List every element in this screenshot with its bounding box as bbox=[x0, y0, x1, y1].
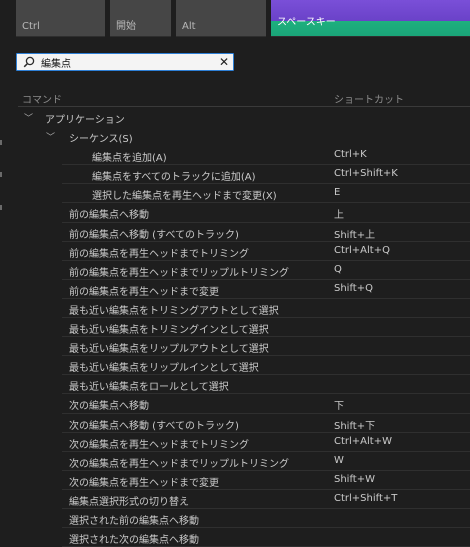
command-label: 編集点選択形式の切り替え bbox=[69, 496, 189, 508]
command-label: 前の編集点を再生ヘッドまでトリミング bbox=[69, 248, 249, 260]
shortcut-label[interactable]: Ctrl+Shift+T bbox=[334, 493, 397, 504]
command-label: 前の編集点へ移動 (すべてのトラック) bbox=[69, 229, 239, 241]
tree-subgroup-row[interactable]: ﹀ シーケンス(S) bbox=[0, 127, 470, 146]
shortcut-label[interactable]: E bbox=[334, 187, 340, 198]
key-label: スペースキー bbox=[277, 17, 336, 28]
command-row[interactable]: 最も近い編集点をリップルアウトとして選択 bbox=[0, 337, 470, 357]
command-row[interactable]: 前の編集点へ移動 (すべてのトラック) Shift+上 bbox=[0, 223, 470, 242]
command-row[interactable]: 次の編集点へ移動 (すべてのトラック) Shift+下 bbox=[0, 414, 470, 433]
search-box: ✕ bbox=[16, 53, 234, 71]
group-label: アプリケーション bbox=[45, 115, 125, 126]
shortcut-label[interactable]: Ctrl+K bbox=[334, 149, 367, 160]
chevron-down-icon[interactable]: ﹀ bbox=[24, 111, 33, 124]
command-label: 前の編集点を再生ヘッドまで変更 bbox=[69, 286, 219, 298]
command-tree: ﹀ アプリケーション ﹀ シーケンス(S) 編集点を追加(A) Ctrl+K 編集点… bbox=[0, 108, 470, 547]
shortcut-label[interactable]: Ctrl+Alt+Q bbox=[334, 245, 390, 256]
command-row[interactable]: 前の編集点を再生ヘッドまで変更 Shift+Q bbox=[0, 280, 470, 299]
shortcut-label[interactable]: Ctrl+Alt+W bbox=[334, 436, 392, 447]
shortcut-label[interactable]: Shift+下 bbox=[334, 417, 375, 432]
shortcut-label[interactable]: Shift+W bbox=[334, 474, 375, 485]
command-label: 最も近い編集点をリップルアウトとして選択 bbox=[69, 344, 269, 356]
command-row[interactable]: 次の編集点を再生ヘッドまでリップルトリミング W bbox=[0, 452, 470, 471]
command-row[interactable]: 次の編集点へ移動 下 bbox=[0, 394, 470, 414]
command-row[interactable]: 最も近い編集点をトリミングアウトとして選択 bbox=[0, 299, 470, 319]
command-row[interactable]: 編集点を追加(A) Ctrl+K bbox=[0, 146, 470, 166]
shortcut-label[interactable]: W bbox=[334, 455, 344, 466]
command-label: 次の編集点を再生ヘッドまで変更 bbox=[69, 477, 219, 489]
tree-group-row[interactable]: ﹀ アプリケーション bbox=[0, 108, 470, 127]
command-label: 前の編集点を再生ヘッドまでリップルトリミング bbox=[69, 267, 289, 279]
key-label: Alt bbox=[182, 21, 196, 32]
column-header-shortcut[interactable]: ショートカット bbox=[334, 91, 404, 106]
keyboard-layout: Ctrl 開始 Alt スペースキー bbox=[0, 0, 470, 37]
command-label: 次の編集点を再生ヘッドまでトリミング bbox=[69, 439, 249, 451]
key-ctrl[interactable]: Ctrl bbox=[16, 0, 105, 37]
shortcut-label[interactable]: Q bbox=[334, 264, 342, 275]
command-label: 次の編集点へ移動 bbox=[69, 401, 149, 413]
command-label: 前の編集点へ移動 bbox=[69, 210, 149, 222]
command-label: 最も近い編集点をリップルインとして選択 bbox=[69, 363, 259, 375]
command-label: 選択された前の編集点へ移動 bbox=[69, 515, 199, 527]
command-row[interactable]: 最も近い編集点をロールとして選択 bbox=[0, 375, 470, 395]
command-row[interactable]: 前の編集点を再生ヘッドまでリップルトリミング Q bbox=[0, 261, 470, 280]
clear-search-icon[interactable]: ✕ bbox=[218, 54, 230, 70]
command-row[interactable]: 編集点選択形式の切り替え Ctrl+Shift+T bbox=[0, 490, 470, 509]
search-input[interactable] bbox=[41, 55, 216, 69]
command-label: 選択された次の編集点へ移動 bbox=[69, 535, 199, 547]
command-label: 次の編集点を再生ヘッドまでリップルトリミング bbox=[69, 458, 289, 470]
command-row[interactable]: 選択された前の編集点へ移動 bbox=[0, 509, 470, 529]
command-label: 最も近い編集点をロールとして選択 bbox=[69, 382, 229, 394]
column-header-command[interactable]: コマンド bbox=[22, 91, 62, 106]
command-row[interactable]: 最も近い編集点をリップルインとして選択 bbox=[0, 356, 470, 376]
command-row[interactable]: 次の編集点を再生ヘッドまで変更 Shift+W bbox=[0, 471, 470, 490]
command-row[interactable]: 編集点をすべてのトラックに追加(A) Ctrl+Shift+K bbox=[0, 165, 470, 185]
key-alt[interactable]: Alt bbox=[176, 0, 266, 37]
command-label: 選択した編集点を再生ヘッドまで変更(X) bbox=[92, 191, 277, 203]
command-label: 最も近い編集点をトリミングインとして選択 bbox=[69, 325, 269, 337]
shortcut-label[interactable]: Ctrl+Shift+K bbox=[334, 168, 398, 179]
subgroup-label: シーケンス(S) bbox=[69, 134, 133, 146]
table-header: コマンド ショートカット bbox=[0, 89, 470, 107]
command-label: 最も近い編集点をトリミングアウトとして選択 bbox=[69, 305, 279, 317]
shortcut-label[interactable]: 下 bbox=[334, 397, 344, 412]
key-label: 開始 bbox=[116, 21, 136, 32]
shortcut-label[interactable]: Shift+上 bbox=[334, 226, 375, 241]
command-label: 編集点を追加(A) bbox=[92, 153, 167, 165]
command-row[interactable]: 次の編集点を再生ヘッドまでトリミング Ctrl+Alt+W bbox=[0, 433, 470, 452]
command-label: 編集点をすべてのトラックに追加(A) bbox=[92, 172, 256, 184]
header-divider bbox=[18, 106, 470, 107]
command-row[interactable]: 前の編集点を再生ヘッドまでトリミング Ctrl+Alt+Q bbox=[0, 242, 470, 261]
command-row[interactable]: 最も近い編集点をトリミングインとして選択 bbox=[0, 318, 470, 338]
key-space[interactable]: スペースキー bbox=[271, 0, 470, 37]
command-label: 次の編集点へ移動 (すべてのトラック) bbox=[69, 420, 239, 432]
chevron-down-icon[interactable]: ﹀ bbox=[46, 130, 55, 143]
shortcut-label[interactable]: Shift+Q bbox=[334, 283, 373, 294]
command-row[interactable]: 選択した編集点を再生ヘッドまで変更(X) E bbox=[0, 184, 470, 204]
key-label: Ctrl bbox=[22, 21, 40, 32]
shortcut-label[interactable]: 上 bbox=[334, 206, 344, 221]
command-row[interactable]: 前の編集点へ移動 上 bbox=[0, 203, 470, 223]
search-icon bbox=[23, 56, 35, 68]
key-start[interactable]: 開始 bbox=[110, 0, 171, 37]
